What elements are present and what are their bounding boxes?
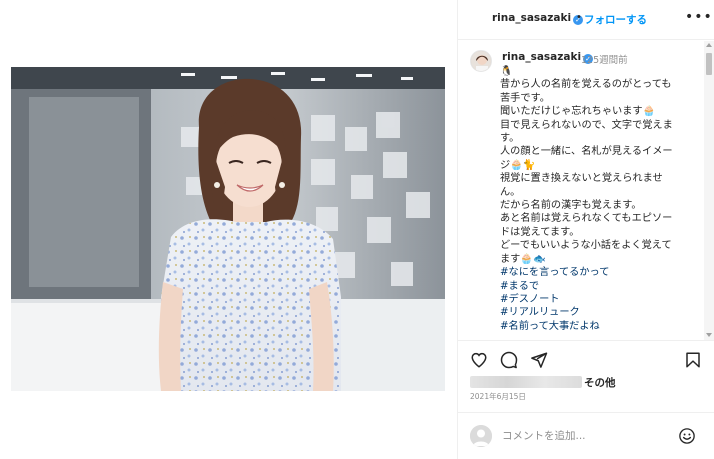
bookmark-icon[interactable] (684, 351, 702, 369)
scrollbar-thumb[interactable] (706, 53, 712, 75)
default-avatar-icon (470, 425, 492, 447)
header-username[interactable]: rina_sasazaki ✓ (492, 12, 584, 25)
header-separator-dot: • (576, 12, 582, 23)
caption-line: ん。 (500, 186, 521, 198)
post-photo[interactable] (11, 67, 445, 391)
caption-username-text: rina_sasazaki (502, 51, 582, 63)
scroll-up-arrow-icon[interactable] (706, 43, 712, 47)
caption-line: だから名前の漢字も覚えます。 (500, 200, 642, 212)
more-icon[interactable]: ••• (685, 9, 713, 25)
hashtag-link[interactable]: #デスノート (500, 293, 700, 306)
caption-line: 🐧 (500, 66, 513, 77)
comment-bar (458, 412, 714, 459)
heart-icon[interactable] (470, 351, 488, 369)
hashtag-link[interactable]: #なにを言ってるかって (500, 266, 700, 279)
hashtag-link[interactable]: #名前って大事だよね (500, 320, 700, 333)
avatar-image (471, 51, 491, 71)
caption-line: 人の顔と一緒に、名札が見えるイメー (500, 146, 673, 158)
comment-icon[interactable] (500, 351, 518, 369)
hashtag-link[interactable]: #リアルリューク (500, 306, 700, 319)
action-bar (458, 340, 714, 376)
caption-line: 目で見えられないので、文字で覚えま (500, 119, 673, 131)
caption-text: 🐧 昔から人の名前を覚えるのがとっても 苦手です。 聞いただけじゃ忘れちゃいます… (500, 65, 700, 333)
post-date[interactable]: 2021年6月15日 (470, 391, 526, 402)
caption-time[interactable]: 125週間前 (581, 52, 628, 66)
caption-username[interactable]: rina_sasazaki ✓ (502, 51, 594, 64)
caption-line: あと名前は覚えられなくてもエピソー (500, 213, 673, 225)
header-username-text: rina_sasazaki (492, 12, 572, 24)
photo-image (11, 67, 445, 391)
likes-other-label[interactable]: その他 (584, 375, 616, 390)
caption-line: 苦手です。 (500, 92, 550, 104)
caption-line: ます🧁🐟 (500, 253, 546, 265)
post-side-panel: rina_sasazaki ✓ • フォローする ••• rina_sasazak… (458, 0, 714, 459)
hashtag-link[interactable]: #まるで (500, 280, 700, 293)
caption-line: す。 (500, 133, 520, 145)
caption-line: ジ🧁🐈 (500, 159, 536, 171)
caption-line: どーでもいいような小話をよく覚えて (500, 240, 672, 252)
post-header: rina_sasazaki ✓ • フォローする ••• (458, 0, 714, 40)
instagram-post-window: rina_sasazaki ✓ • フォローする ••• rina_sasazak… (0, 0, 714, 459)
commenter-avatar (470, 425, 492, 447)
emoji-icon[interactable] (678, 427, 696, 445)
caption-line: ドは覚えてます。 (500, 226, 580, 238)
comment-input[interactable] (502, 427, 662, 445)
follow-button[interactable]: フォローする (584, 12, 647, 27)
caption-line: 昔から人の名前を覚えるのがとっても (500, 79, 672, 91)
share-icon[interactable] (530, 351, 548, 369)
avatar[interactable] (470, 50, 492, 72)
scroll-down-arrow-icon[interactable] (706, 333, 712, 337)
liked-by-blurred (470, 376, 582, 388)
caption-scrollbar[interactable] (704, 41, 714, 340)
caption-line: 聞いただけじゃ忘れちゃいます🧁 (500, 106, 656, 118)
likes-row[interactable]: その他 (470, 375, 700, 389)
media-area (0, 0, 457, 459)
caption-line: 視覚に置き換えないと覚えられませ (500, 173, 663, 185)
caption-scroll-area[interactable]: rina_sasazaki ✓ 125週間前 🐧 昔から人の名前を覚えるのがとって… (458, 41, 714, 340)
